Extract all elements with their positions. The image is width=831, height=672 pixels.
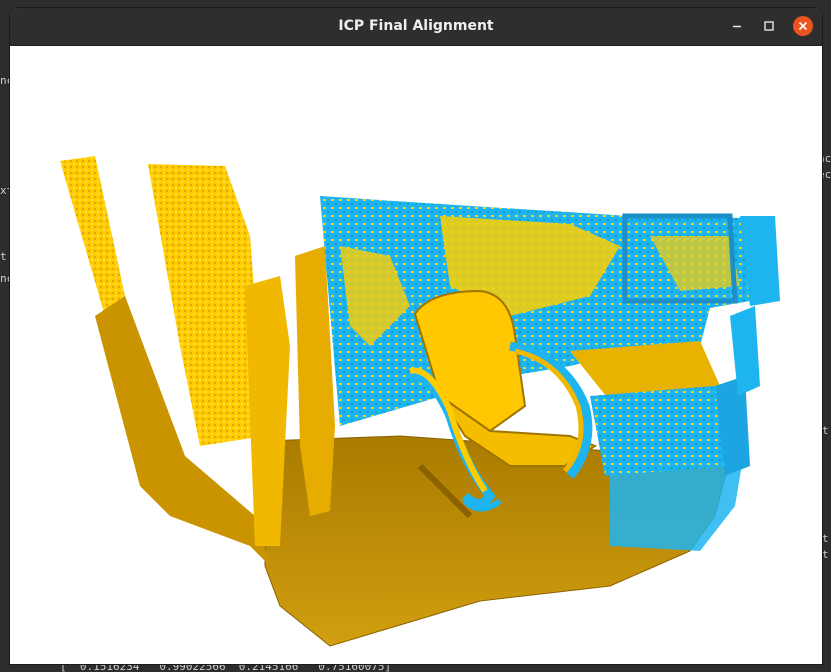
left-wall-upper xyxy=(60,156,125,316)
icp-viewer-window[interactable]: ICP Final Alignment xyxy=(10,8,822,664)
terminal-text: t xyxy=(822,548,829,561)
terminal-text: t xyxy=(822,424,829,437)
minimize-button[interactable] xyxy=(727,16,747,36)
point-cloud-render[interactable] xyxy=(10,46,822,664)
terminal-text: t xyxy=(822,532,829,545)
3d-viewport[interactable] xyxy=(10,46,822,664)
chair-backrest xyxy=(413,289,527,433)
window-titlebar[interactable]: ICP Final Alignment xyxy=(10,8,822,46)
maximize-icon xyxy=(764,21,774,31)
maximize-button[interactable] xyxy=(759,16,779,36)
window-title: ICP Final Alignment xyxy=(338,18,494,34)
terminal-text: t xyxy=(0,250,7,263)
close-button[interactable] xyxy=(793,16,813,36)
minimize-icon xyxy=(733,25,741,28)
close-icon xyxy=(798,21,808,31)
desk-front xyxy=(590,386,725,476)
